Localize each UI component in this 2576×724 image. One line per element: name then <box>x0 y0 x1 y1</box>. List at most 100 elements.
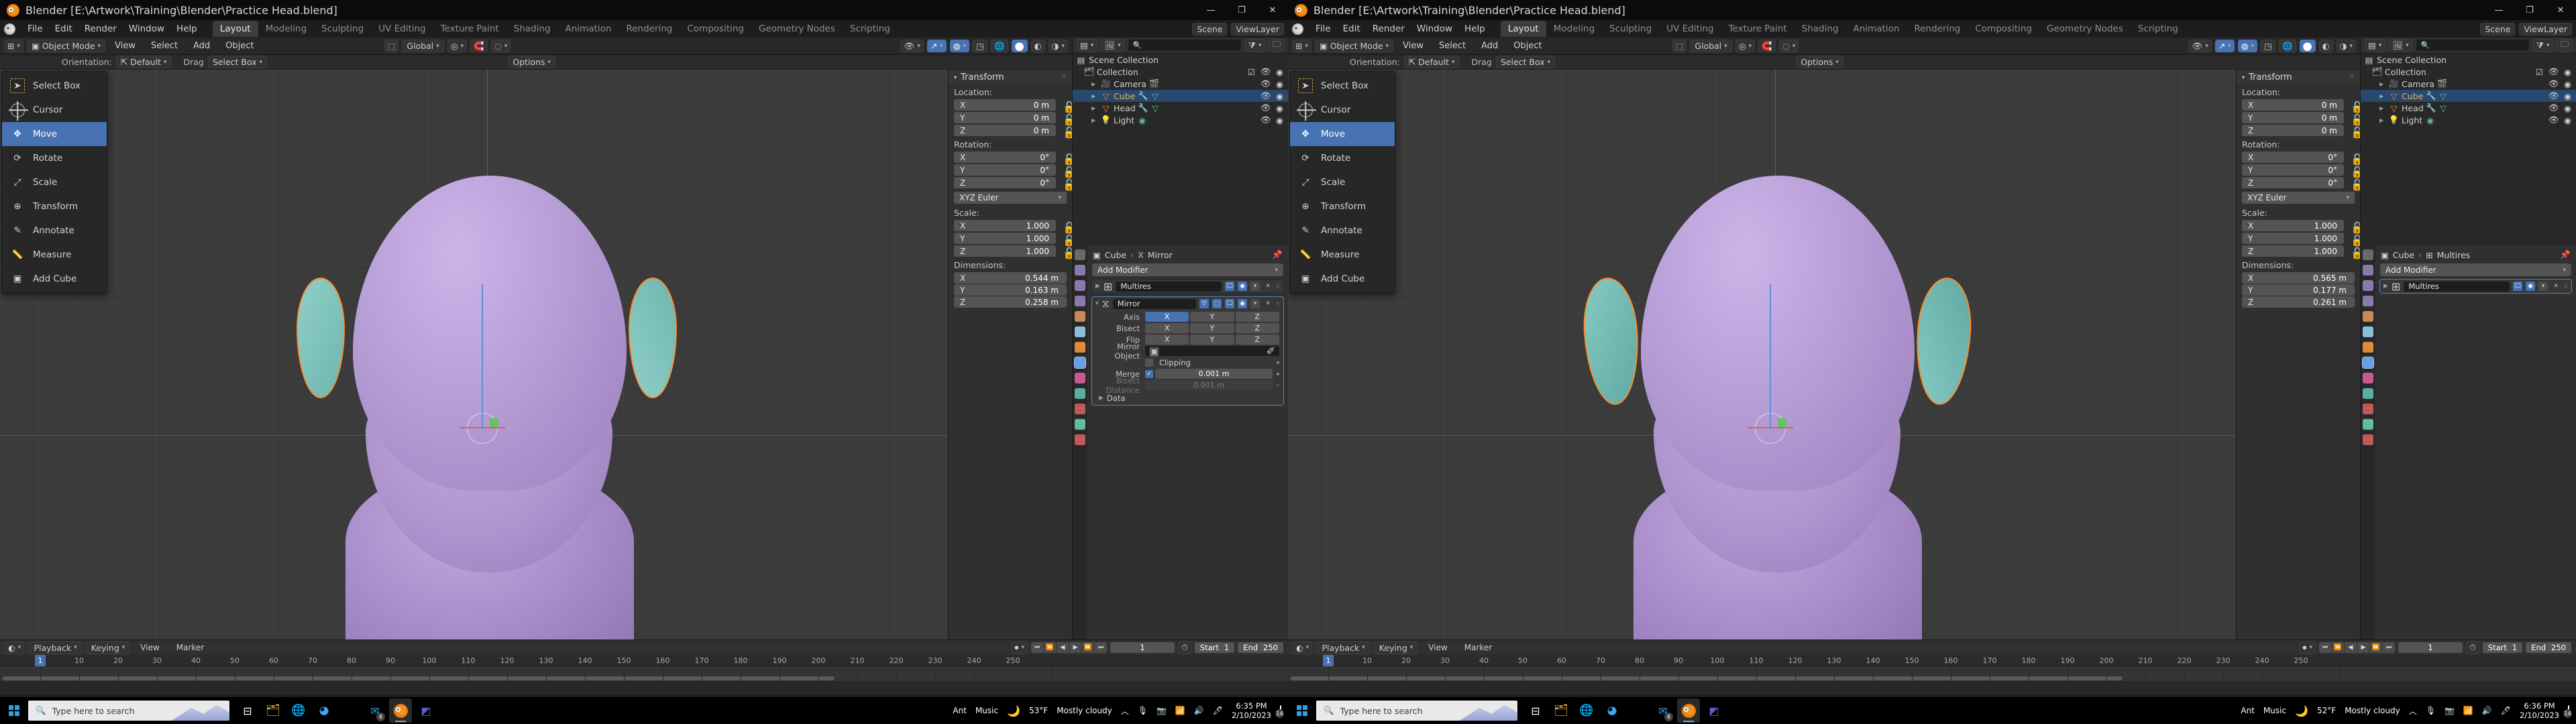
render-visibility-icon[interactable]: ◉ <box>1238 299 1248 308</box>
move-gizmo-z-axis[interactable] <box>482 284 483 429</box>
previous-keyframe-button[interactable]: ⏪ <box>2332 642 2344 653</box>
outliner-row-cube[interactable]: ▶ ▽ Cube 🔧 ▽ 👁 ◉ <box>1073 90 1288 102</box>
tab-material-properties[interactable] <box>2363 434 2373 445</box>
select-mode-icon[interactable]: ⬚ <box>384 40 399 52</box>
overlays-icon[interactable]: ◍ ▾ <box>2237 40 2258 52</box>
tool-add-cube[interactable]: ▣ Add Cube <box>2 267 107 291</box>
timeline-editor-left[interactable]: ◐ ▾ Playback ▾ Keying ▾ View Marker ⏺ ▾ ⏮ ⏪ … <box>0 640 1288 695</box>
ear-mesh-left[interactable] <box>1580 276 1643 407</box>
pivot-point-icon[interactable]: ◎ ▾ <box>447 40 468 52</box>
move-gizmo-z-axis[interactable] <box>1770 284 1771 429</box>
eye-icon[interactable]: 👁 <box>2548 90 2559 101</box>
tab-modeling[interactable]: Modeling <box>258 21 314 37</box>
modifier-header[interactable]: ▾ ⧖ Mirror ▽ ⬚ 🖵 ◉ ▾ ✕ ⠿ <box>1092 297 1283 310</box>
panel-drag-handle[interactable]: ⠿ <box>2349 74 2355 80</box>
render-visibility-icon[interactable]: ◉ <box>1238 282 1248 291</box>
viewport-menu-select[interactable]: Select <box>145 39 184 53</box>
tray-ant-label[interactable]: Ant <box>953 706 967 715</box>
expand-triangle-icon[interactable]: ▶ <box>1091 105 1098 111</box>
add-modifier-button[interactable]: Add Modifier ▾ <box>2380 263 2571 276</box>
flip-x-toggle[interactable]: X <box>1145 335 1189 345</box>
tab-scene-properties[interactable] <box>2363 311 2373 322</box>
tool-measure[interactable]: 📏 Measure <box>1290 243 1395 267</box>
lock-icon[interactable]: 🔓 <box>1063 126 1072 139</box>
snap-magnet-icon[interactable]: 🧲 <box>470 40 488 52</box>
lock-icon[interactable]: 🔓 <box>2351 234 2360 247</box>
eye-icon[interactable]: 👁 <box>2548 78 2559 88</box>
expand-triangle-icon[interactable]: ▶ <box>2383 283 2388 290</box>
tool-scale[interactable]: ⤢ Scale <box>2 170 107 194</box>
tool-scale[interactable]: ⤢ Scale <box>1290 170 1395 194</box>
animate-property-dot[interactable] <box>1277 361 1279 364</box>
tool-annotate[interactable]: ✎ Annotate <box>2 219 107 243</box>
lock-icon[interactable]: 🔓 <box>2351 166 2360 178</box>
start-frame-field[interactable]: Start 1 <box>1194 642 1235 653</box>
timeline-scrollbar[interactable] <box>3 676 835 680</box>
viewport-menu-object[interactable]: Object <box>1507 39 1548 53</box>
orientation-dropdown[interactable]: ⇱ Default ▾ <box>115 56 172 68</box>
viewport-options-dropdown[interactable]: Options ▾ <box>508 56 555 68</box>
playback-controls[interactable]: ⏮ ⏪ ◀ ▶ ⏩ ⏭ <box>1031 642 1107 653</box>
filter-icon[interactable]: ⧩ ▾ <box>1244 39 1265 52</box>
camera-render-icon[interactable]: ◉ <box>1275 115 1284 125</box>
keying-menu[interactable]: Keying ▾ <box>86 641 130 654</box>
lock-icon[interactable]: 🔓 <box>1063 101 1072 113</box>
tray-music-label[interactable]: Music <box>2263 706 2286 715</box>
tab-rendering[interactable]: Rendering <box>619 21 680 37</box>
tray-expand-chevron-icon[interactable]: ︿ <box>1121 705 1129 717</box>
viewport-menu-add[interactable]: Add <box>187 39 216 53</box>
current-frame-field[interactable]: 1 <box>1110 642 1175 653</box>
blender-menu-icon[interactable] <box>4 23 15 35</box>
outliner-search-input[interactable]: 🔍 <box>1128 40 1241 51</box>
lock-icon[interactable]: 🔓 <box>2351 101 2360 113</box>
timeline-scrollbar[interactable] <box>1291 676 2123 680</box>
ear-mesh-right[interactable] <box>629 278 677 398</box>
select-mode-icon[interactable]: ⬚ <box>1672 40 1687 52</box>
scale-y-value[interactable]: 1.000 <box>1026 234 1056 243</box>
playhead[interactable]: 1 <box>1323 655 1334 666</box>
editor-type-icon[interactable]: ◐ ▾ <box>5 641 25 654</box>
outliner-row-head[interactable]: ▶ ▽ Head 🔧 ▽ 👁 ◉ <box>1073 102 1288 114</box>
tab-modifier-properties[interactable] <box>2362 357 2374 369</box>
properties-editor-right[interactable]: ▣ Cube › ⊞ Multires 📌 Add Modifier ▾ ▶ ⊞… <box>2360 245 2576 640</box>
viewport-menu-view[interactable]: View <box>1397 39 1430 53</box>
close-button[interactable]: ✕ <box>2545 0 2576 20</box>
mail-icon[interactable]: ✉ 8 <box>364 699 386 723</box>
lock-icon[interactable]: 🔓 <box>2351 126 2360 139</box>
eye-icon[interactable]: 👁 <box>2548 66 2559 76</box>
outliner-row-camera[interactable]: ▶ 🎥 Camera 🎬 👁 ◉ <box>1073 78 1288 90</box>
viewport-options-dropdown[interactable]: Options ▾ <box>1796 56 1843 68</box>
new-collection-icon[interactable]: 🗀 <box>1269 39 1284 52</box>
display-in-viewport-icon[interactable]: 🖵 <box>2513 282 2523 291</box>
menu-window[interactable]: Window <box>1411 21 1458 36</box>
menu-edit[interactable]: Edit <box>1337 21 1366 36</box>
start-frame-field[interactable]: Start 1 <box>2482 642 2523 653</box>
drag-action-dropdown[interactable]: Select Box ▾ <box>1495 56 1556 68</box>
tab-physics-properties[interactable] <box>1075 388 1085 399</box>
tab-texture-paint[interactable]: Texture Paint <box>1721 21 1794 37</box>
rot-y-value[interactable]: 0° <box>1040 166 1056 175</box>
tray-camera-icon[interactable]: 📷 <box>1157 706 1167 715</box>
start-button[interactable] <box>3 705 25 716</box>
new-collection-icon[interactable]: 🗀 <box>2557 39 2572 52</box>
dim-z-value[interactable]: 0.261 m <box>2313 298 2355 307</box>
pin-icon[interactable]: 📌 <box>1272 249 1283 260</box>
lock-icon[interactable]: 🔓 <box>1063 234 1072 247</box>
tab-constraint-properties[interactable] <box>1075 404 1085 414</box>
pin-icon[interactable]: 📌 <box>2560 249 2571 260</box>
lock-icon[interactable]: 🔓 <box>1063 166 1072 178</box>
scale-y-value[interactable]: 1.000 <box>2314 234 2344 243</box>
view-layer-selector[interactable]: ViewLayer <box>1231 22 1284 36</box>
gizmo-icon[interactable]: ↗ ▾ <box>2214 40 2235 52</box>
next-keyframe-button[interactable]: ⏩ <box>2370 642 2382 653</box>
tray-pen-icon[interactable]: 🖊 <box>2501 706 2511 715</box>
rotation-mode-dropdown[interactable]: XYZ Euler ▾ <box>954 192 1067 204</box>
ear-mesh-left[interactable] <box>297 278 345 398</box>
tool-rotate[interactable]: ⟳ Rotate <box>1290 146 1395 170</box>
lock-icon[interactable]: 🔓 <box>1063 153 1072 166</box>
eye-icon[interactable]: 👁 <box>2548 103 2559 113</box>
tray-pen-icon[interactable]: 🖊 <box>1213 706 1223 715</box>
tab-particle-properties[interactable] <box>2363 373 2373 383</box>
scale-x-value[interactable]: 1.000 <box>1026 221 1056 231</box>
lock-icon[interactable]: 🔓 <box>1063 178 1072 191</box>
